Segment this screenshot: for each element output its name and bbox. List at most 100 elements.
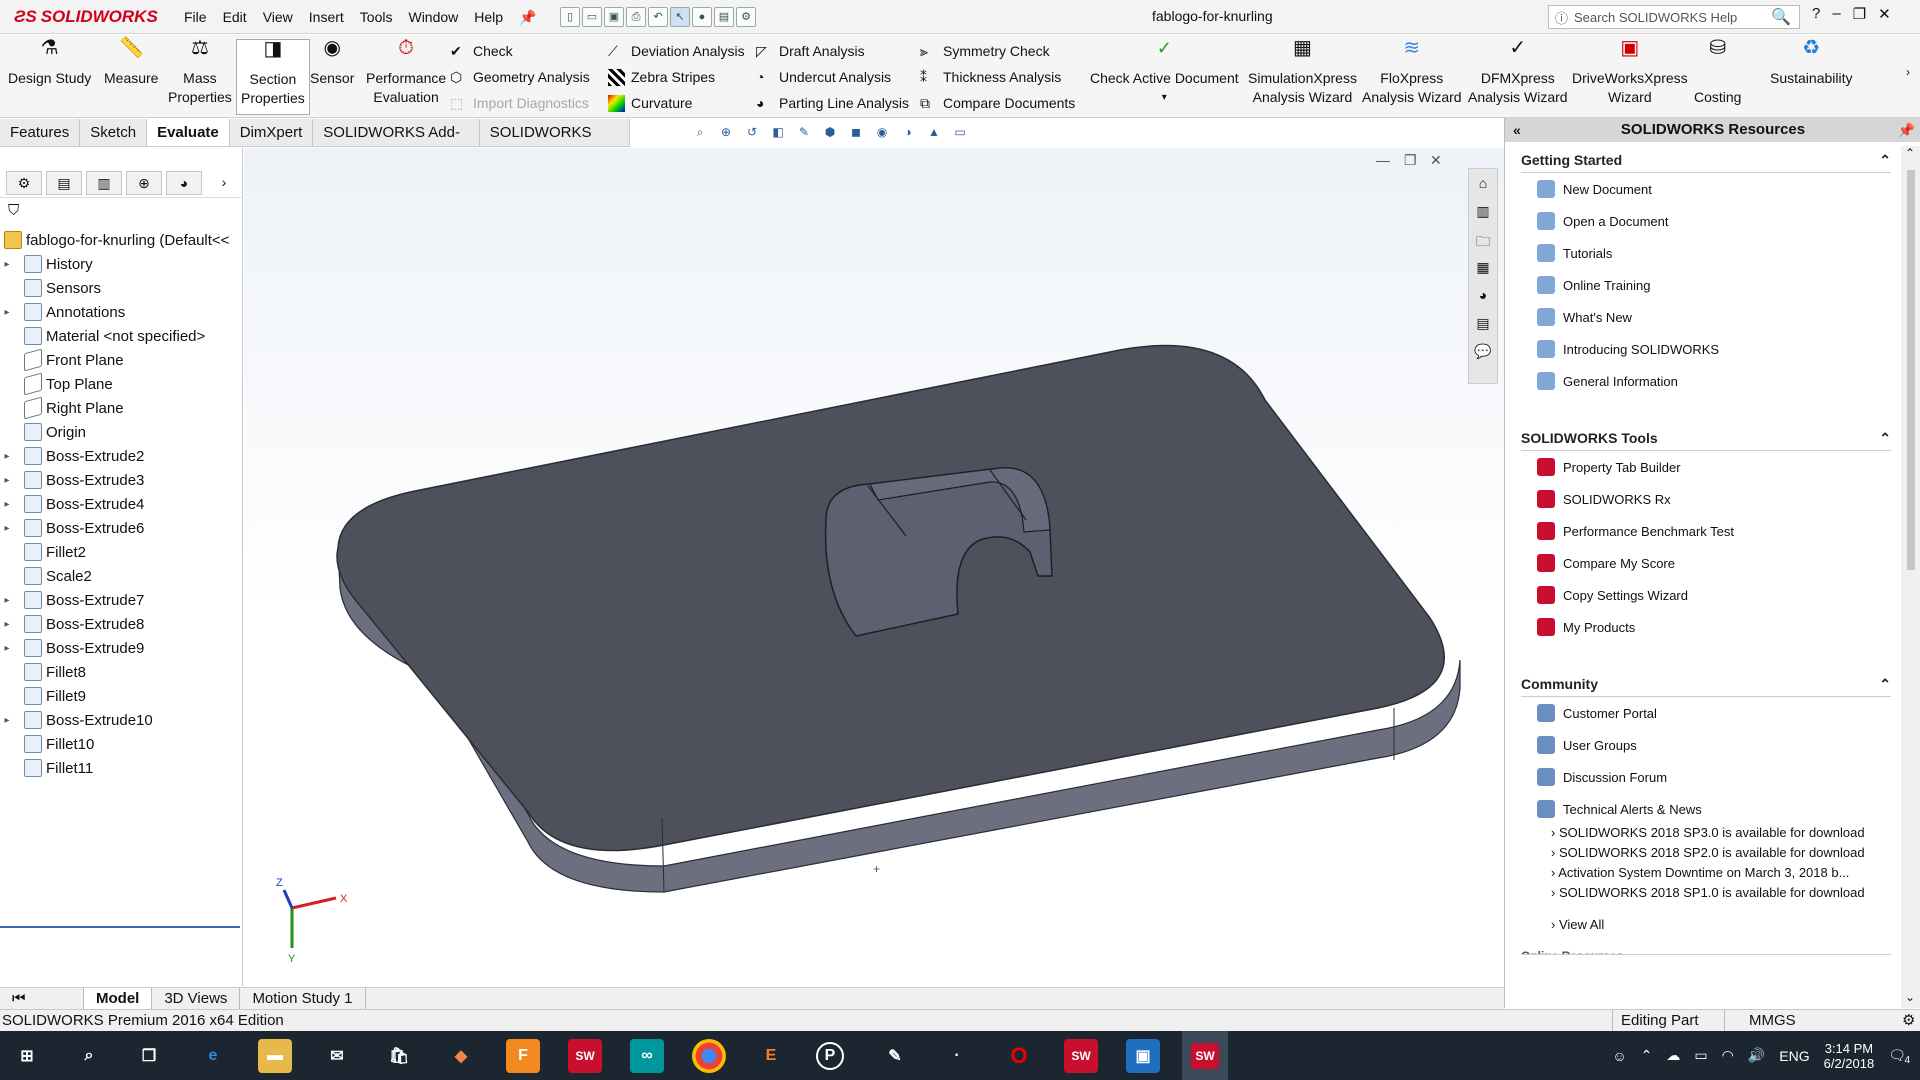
open-icon[interactable]: ▭ xyxy=(582,7,602,27)
resource-link[interactable]: User Groups xyxy=(1521,729,1891,761)
news-item[interactable]: › SOLIDWORKS 2018 SP2.0 is available for… xyxy=(1521,845,1891,865)
forum-icon[interactable]: 💬 xyxy=(1473,343,1493,363)
appearances-icon[interactable]: ◕ xyxy=(1473,287,1493,307)
section-heading[interactable]: Getting Started ⌃ xyxy=(1521,152,1891,173)
menu-view[interactable]: View xyxy=(255,9,301,25)
chevron-up-icon[interactable]: ⌃ xyxy=(1879,152,1891,169)
resource-link[interactable]: Open a Document xyxy=(1521,205,1891,237)
hide-show-items-icon[interactable]: ◉ xyxy=(872,122,892,142)
store-icon[interactable]: 🛍 xyxy=(382,1039,416,1073)
search-field[interactable]: ⓘ Search SOLIDWORKS Help 🔍 xyxy=(1548,5,1800,29)
display-style-icon[interactable]: ◼ xyxy=(846,122,866,142)
measure-button[interactable]: 📏 Measure xyxy=(104,38,158,88)
tab-3d-views[interactable]: 3D Views xyxy=(152,987,241,1010)
app-window-icon[interactable]: ▣ xyxy=(1126,1039,1160,1073)
symmetry-check-button[interactable]: ⫸ Symmetry Check xyxy=(920,40,1075,62)
solidworks-2017-icon[interactable]: SW xyxy=(1064,1039,1098,1073)
opera-icon[interactable]: O xyxy=(1002,1039,1036,1073)
news-item[interactable]: › SOLIDWORKS 2018 SP3.0 is available for… xyxy=(1521,825,1891,845)
tree-item[interactable]: Fillet10 xyxy=(0,732,243,756)
design-study-button[interactable]: ⚗ Design Study xyxy=(8,38,91,88)
expand-arrow-icon[interactable]: ▸ xyxy=(0,619,14,630)
tree-item[interactable]: ▸ Boss-Extrude6 xyxy=(0,516,243,540)
graphics-area[interactable]: + X Y Z — ❐ ✕ xyxy=(244,148,1506,986)
view-all-link[interactable]: › View All xyxy=(1521,917,1891,937)
clock[interactable]: 3:14 PM 6/2/2018 xyxy=(1824,1041,1875,1071)
viewport-minimize-icon[interactable]: — xyxy=(1376,152,1390,168)
app-icon[interactable]: ◆ xyxy=(444,1039,478,1073)
chevron-up-icon[interactable]: ⌃ xyxy=(1879,430,1891,447)
online-resources-heading[interactable]: Online Resources xyxy=(1521,949,1891,955)
view-palette-icon[interactable]: ▦ xyxy=(1473,259,1493,279)
tree-item[interactable]: Top Plane xyxy=(0,372,243,396)
display-manager-tab-icon[interactable]: ◕ xyxy=(166,170,202,195)
options-gear-icon[interactable]: ⚙ xyxy=(736,7,756,27)
menu-tools[interactable]: Tools xyxy=(352,9,401,25)
apply-scene-icon[interactable]: ▲ xyxy=(924,122,944,142)
resource-link[interactable]: Compare My Score xyxy=(1521,547,1891,579)
mail-icon[interactable]: ✉ xyxy=(320,1039,354,1073)
driveworksxpress-button[interactable]: ▣ DriveWorksXpress Wizard xyxy=(1572,38,1688,107)
zoom-to-fit-icon[interactable]: ⌕ xyxy=(690,122,710,142)
section-heading[interactable]: Community ⌃ xyxy=(1521,676,1891,697)
menu-insert[interactable]: Insert xyxy=(301,9,352,25)
panel-expand-chevron-icon[interactable]: › xyxy=(206,171,242,195)
print-icon[interactable]: ⎙ xyxy=(626,7,646,27)
tab-scroll-arrows[interactable]: ⏮ xyxy=(0,987,84,1010)
expand-arrow-icon[interactable]: ▸ xyxy=(0,643,14,654)
tree-item[interactable]: Material <not specified> xyxy=(0,324,243,348)
sustainability-button[interactable]: ♻ Sustainability xyxy=(1770,38,1853,88)
tab-model[interactable]: Model xyxy=(84,987,153,1010)
home-icon[interactable]: ⌂ xyxy=(1473,175,1493,195)
select-icon[interactable]: ↖ xyxy=(670,7,690,27)
dfmxpress-button[interactable]: ✓ DFMXpress Analysis Wizard xyxy=(1468,38,1568,107)
resource-link[interactable]: What's New xyxy=(1521,301,1891,333)
menu-window[interactable]: Window xyxy=(400,9,466,25)
scroll-up-icon[interactable]: ⌃ xyxy=(1905,146,1915,160)
zoom-to-area-icon[interactable]: ⊕ xyxy=(716,122,736,142)
resource-link[interactable]: Tutorials xyxy=(1521,237,1891,269)
tree-item[interactable]: ▸ Boss-Extrude2 xyxy=(0,444,243,468)
resource-link[interactable]: Property Tab Builder xyxy=(1521,451,1891,483)
tree-item[interactable]: Sensors xyxy=(0,276,243,300)
parting-line-analysis-button[interactable]: ◕ Parting Line Analysis xyxy=(756,92,909,114)
menu-edit[interactable]: Edit xyxy=(215,9,255,25)
file-explorer-icon[interactable]: 🗀 xyxy=(1473,231,1493,251)
expand-arrow-icon[interactable]: ▸ xyxy=(0,475,14,486)
collapse-panel-icon[interactable]: « xyxy=(1513,118,1521,142)
sensor-button[interactable]: ◉ Sensor xyxy=(310,38,354,88)
configuration-manager-tab-icon[interactable]: ▥ xyxy=(86,170,122,195)
resource-link[interactable]: Introducing SOLIDWORKS xyxy=(1521,333,1891,365)
undo-icon[interactable]: ↶ xyxy=(648,7,668,27)
check-button[interactable]: ✔ Check xyxy=(450,40,590,62)
search-icon[interactable]: 🔍 xyxy=(1771,7,1791,27)
pin-icon[interactable]: 📌 xyxy=(1898,118,1915,142)
tree-item[interactable]: ▸ Boss-Extrude10 xyxy=(0,708,243,732)
custom-properties-icon[interactable]: ▤ xyxy=(1473,315,1493,335)
restore-button[interactable]: ❐ xyxy=(1853,5,1866,23)
windows-start-icon[interactable]: ⊞ xyxy=(10,1039,44,1073)
chevron-right-icon[interactable]: › xyxy=(1906,65,1910,79)
zebra-stripes-button[interactable]: Zebra Stripes xyxy=(608,66,745,88)
tab-dimxpert[interactable]: DimXpert xyxy=(230,119,314,146)
tree-item[interactable]: Origin xyxy=(0,420,243,444)
tree-item[interactable]: ▸ History xyxy=(0,252,243,276)
resource-link[interactable]: Online Training xyxy=(1521,269,1891,301)
rebuild-icon[interactable]: ● xyxy=(692,7,712,27)
property-manager-tab-icon[interactable]: ▤ xyxy=(46,170,82,195)
tab-solidworks-add-ins[interactable]: SOLIDWORKS Add-Ins xyxy=(313,119,480,169)
rollback-bar[interactable] xyxy=(0,926,240,928)
tab-first-icon[interactable]: ⏮ xyxy=(12,990,26,1007)
expand-arrow-icon[interactable]: ▸ xyxy=(0,523,14,534)
performance-evaluation-button[interactable]: ⏱ Performance Evaluation xyxy=(366,38,446,107)
check-active-document-button[interactable]: ✓ Check Active Document ▾ xyxy=(1090,39,1239,107)
active-solidworks-task[interactable]: SW xyxy=(1182,1031,1228,1080)
tree-item[interactable]: Right Plane xyxy=(0,396,243,420)
mass-properties-button[interactable]: ⚖ Mass Properties xyxy=(168,38,232,107)
close-button[interactable]: ✕ xyxy=(1878,5,1891,23)
feature-manager-tab-icon[interactable]: ⚙ xyxy=(6,170,42,195)
floxpress-button[interactable]: ≋ FloXpress Analysis Wizard xyxy=(1362,38,1462,107)
solidworks-2016-icon[interactable]: SW xyxy=(568,1039,602,1073)
viewport-restore-icon[interactable]: ❐ xyxy=(1404,152,1417,169)
previous-view-icon[interactable]: ↺ xyxy=(742,122,762,142)
